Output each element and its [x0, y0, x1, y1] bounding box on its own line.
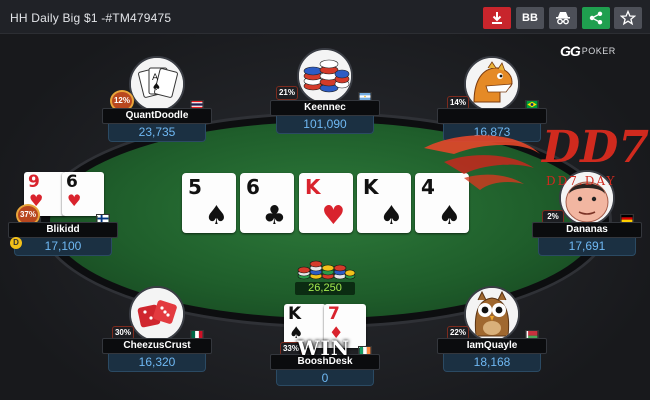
player-name: Dananas: [532, 222, 642, 238]
player-name: IamQuayle: [437, 338, 547, 354]
big-blind-display-button[interactable]: BB: [516, 7, 544, 29]
seat-iamquayle[interactable]: 22% IamQuayle 18,168: [437, 286, 547, 372]
star-icon: [620, 10, 636, 26]
player-name: CheezusCrust: [102, 338, 212, 354]
player-stack: 17,691: [538, 238, 636, 256]
title-bar: HH Daily Big $1 -#TM479475 BB: [0, 0, 650, 34]
dealer-button: D: [10, 237, 22, 249]
share-button[interactable]: [582, 7, 610, 29]
card-rank: K: [363, 175, 379, 199]
pot-chips-icon: [297, 260, 356, 280]
card-suit: ♥: [67, 191, 82, 210]
card-suit: ♠: [204, 201, 228, 231]
poker-chips-avatar: [297, 48, 353, 104]
download-button[interactable]: [483, 7, 511, 29]
incognito-icon: [556, 12, 570, 25]
dinosaur-avatar: [464, 56, 520, 112]
player-stack: 101,090: [276, 116, 374, 134]
card-rank: K: [288, 304, 302, 324]
share-icon: [589, 11, 603, 25]
logo-gg-text: GG: [560, 43, 581, 59]
card-rank: 7: [328, 304, 340, 324]
card-rank: 9: [28, 172, 40, 192]
seat-blikidd[interactable]: 9 ♥ 6 ♥ 37% Blikidd 17,100: [8, 170, 118, 256]
card-rank: 6: [246, 175, 260, 199]
incognito-button[interactable]: [549, 7, 577, 29]
svg-text:♠: ♠: [152, 82, 161, 93]
player-stack: 0: [276, 370, 374, 386]
board-card-4: K ♠: [357, 173, 411, 233]
card-rank: 6: [66, 172, 78, 192]
logo-poker-text: POKER: [581, 46, 616, 56]
dd7-watermark: DD7 DD7.DAY: [424, 118, 650, 204]
watermark-subtext: DD7.DAY: [546, 174, 617, 188]
player-name: Keennec: [270, 100, 380, 116]
dd7-swoosh-icon: [424, 135, 540, 190]
card-suit: ♠: [437, 201, 461, 231]
card-suit: ♣: [262, 201, 286, 231]
seat-keennec[interactable]: 21% Keennec 101,090: [270, 48, 380, 134]
player-name: Blikidd: [8, 222, 118, 238]
card-suit: ♥: [321, 201, 345, 231]
seat-cheezuscrust[interactable]: 30% CheezusCrust 16,320: [102, 286, 212, 372]
win-banner: WIN: [297, 336, 351, 360]
pot-amount: 26,250: [295, 282, 355, 295]
owl-avatar: [464, 286, 520, 342]
player-stack: 23,735: [108, 124, 206, 142]
watermark-text: DD7: [542, 122, 649, 173]
download-icon: [492, 12, 502, 24]
tournament-title: HH Daily Big $1 -#TM479475: [10, 11, 172, 25]
board-card-2: 6 ♣: [240, 173, 294, 233]
board-card-1: 5 ♠: [182, 173, 236, 233]
card-rank: 5: [188, 175, 202, 199]
playing-cards-avatar: A ♠: [129, 56, 185, 112]
player-stack: 16,320: [108, 354, 206, 372]
card-rank: K: [305, 175, 321, 199]
card-suit: ♠: [379, 201, 403, 231]
board-card-3: K ♥: [299, 173, 353, 233]
poker-table-window: HH Daily Big $1 -#TM479475 BB GG POKER 5…: [0, 0, 650, 400]
ggpoker-logo: GG POKER: [560, 43, 616, 59]
hole-card-2: 6 ♥: [62, 172, 104, 216]
vpip-badge: 21%: [276, 86, 298, 100]
favorite-button[interactable]: [614, 7, 642, 29]
player-stack: 18,168: [443, 354, 541, 372]
seat-quantdoodle[interactable]: A ♠ 12% QuantDoodle 23,735: [102, 56, 212, 142]
red-dice-avatar: [129, 286, 185, 342]
player-name: QuantDoodle: [102, 108, 212, 124]
player-stack: 17,100: [14, 238, 112, 256]
